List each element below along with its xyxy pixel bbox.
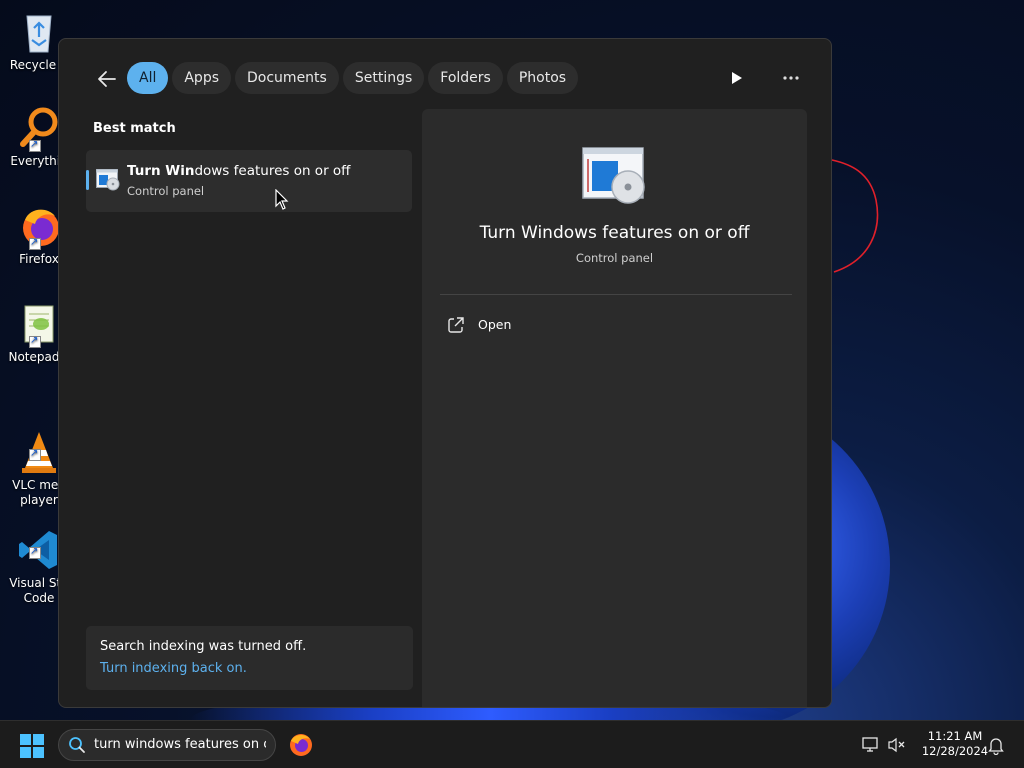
detail-subtitle: Control panel — [575, 251, 654, 265]
more-options-button[interactable] — [777, 67, 805, 89]
mouse-cursor-icon — [275, 189, 289, 210]
shortcut-arrow-icon — [29, 446, 41, 461]
result-detail-pane: Turn Windows features on or off Control … — [422, 109, 807, 707]
volume-button[interactable] — [888, 737, 906, 757]
network-status-button[interactable] — [862, 737, 880, 757]
detail-title: Turn Windows features on or off — [479, 223, 750, 243]
taskbar-search-box[interactable]: turn windows features on c — [58, 729, 276, 761]
taskbar-clock[interactable]: 11:21 AM 12/28/2024 — [910, 729, 1000, 759]
search-icon — [69, 737, 85, 753]
indexing-notice: Search indexing was turned off. Turn ind… — [86, 626, 413, 690]
filter-tab-documents[interactable]: Documents — [235, 62, 339, 94]
filter-tab-folders[interactable]: Folders — [428, 62, 503, 94]
search-panel: All Apps Documents Settings Folders Phot… — [58, 38, 832, 708]
windows-features-icon — [96, 169, 120, 195]
filter-tabs: All Apps Documents Settings Folders Phot… — [127, 62, 579, 94]
shortcut-arrow-icon — [29, 544, 41, 559]
start-button[interactable] — [20, 734, 44, 758]
ellipsis-icon — [783, 76, 799, 80]
vlc-icon — [17, 415, 61, 473]
recycle-bin-icon — [17, 10, 61, 54]
firefox-icon — [17, 204, 61, 250]
turn-indexing-on-link[interactable]: Turn indexing back on. — [100, 661, 247, 676]
clock-date: 12/28/2024 — [921, 744, 989, 758]
best-match-heading: Best match — [93, 121, 176, 136]
network-icon — [862, 737, 878, 752]
vscode-icon — [17, 513, 61, 569]
open-external-icon — [448, 317, 464, 333]
windows-features-large-icon — [582, 147, 646, 209]
notepad-plus-plus-icon — [17, 302, 61, 348]
red-annotation-scribble — [831, 159, 879, 273]
volume-muted-icon — [888, 737, 905, 753]
result-title: Turn Windows features on or off — [127, 163, 351, 179]
best-match-result[interactable]: Turn Windows features on or off Control … — [86, 150, 412, 212]
open-action-label: Open — [478, 317, 512, 332]
shortcut-arrow-icon — [29, 333, 41, 348]
play-icon — [732, 72, 742, 84]
open-action-button[interactable]: Open — [444, 313, 644, 337]
back-button[interactable] — [95, 67, 123, 91]
filter-tab-all[interactable]: All — [127, 62, 169, 94]
detail-divider — [440, 294, 792, 295]
bell-icon — [988, 738, 1004, 756]
filter-tab-settings[interactable]: Settings — [342, 62, 425, 94]
taskbar: turn windows features on c 11:21 AM 12/2… — [0, 720, 1024, 768]
taskbar-firefox-button[interactable] — [289, 733, 313, 757]
filter-tab-apps[interactable]: Apps — [172, 62, 232, 94]
windows-logo-icon — [20, 734, 44, 758]
everything-icon — [17, 106, 61, 152]
shortcut-arrow-icon — [29, 137, 41, 152]
firefox-icon — [290, 734, 312, 756]
taskbar-search-input[interactable]: turn windows features on c — [94, 737, 266, 752]
selection-indicator — [86, 170, 89, 190]
result-subtitle: Control panel — [127, 184, 205, 198]
shortcut-arrow-icon — [29, 235, 41, 250]
clock-time: 11:21 AM — [927, 729, 983, 743]
indexing-notice-message: Search indexing was turned off. — [100, 639, 307, 654]
arrow-left-icon — [98, 71, 116, 87]
filter-tab-photos[interactable]: Photos — [506, 62, 579, 94]
more-filters-button[interactable] — [727, 67, 747, 89]
notifications-button[interactable] — [988, 737, 1004, 759]
